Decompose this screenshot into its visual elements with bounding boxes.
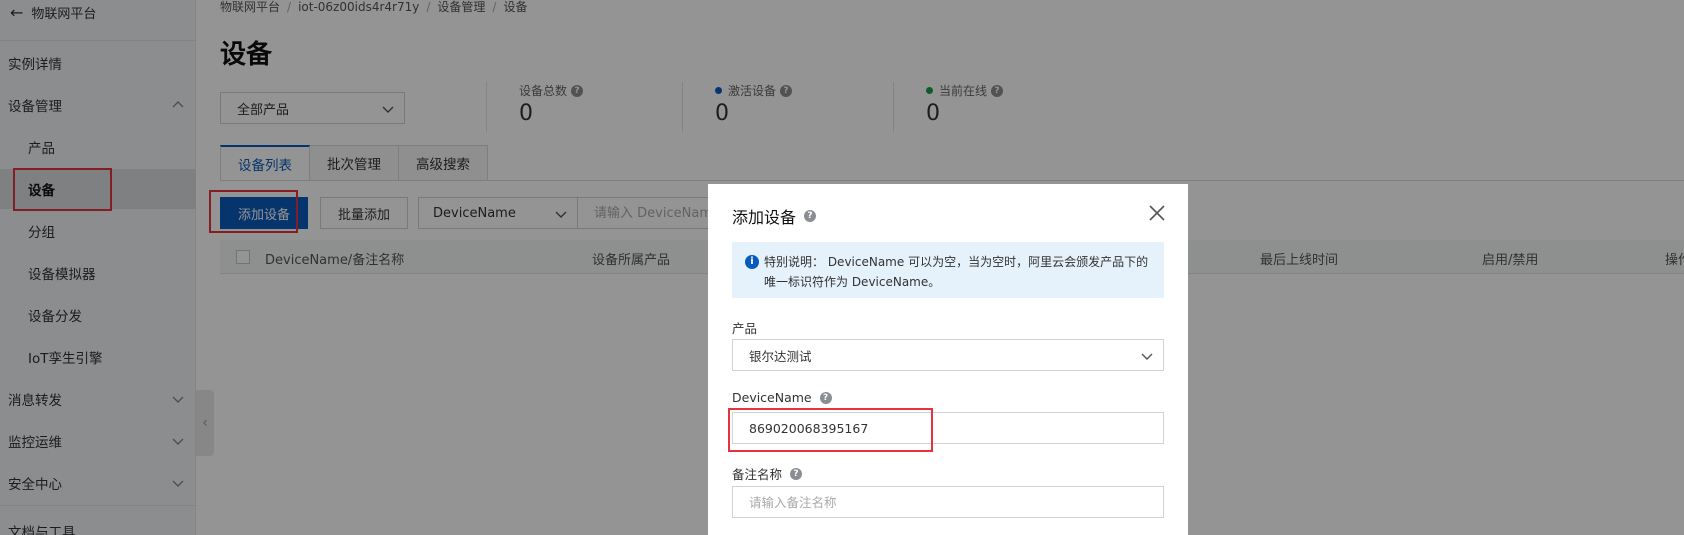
label-text: 产品 [732, 321, 758, 336]
chevron-down-icon [1141, 353, 1153, 360]
label-text: 备注名称 [732, 467, 783, 482]
devicename-field-label: DeviceName ? [732, 390, 832, 405]
product-select-value: 银尔达测试 [749, 348, 812, 364]
devicename-input-field[interactable]: 869020068395167 [732, 412, 1164, 444]
dialog-title-text: 添加设备 [732, 208, 797, 227]
notice-text: 特别说明： DeviceName 可以为空，当为空时，阿里云会颁发产品下的唯一标… [764, 255, 1149, 289]
remark-name-input[interactable] [732, 486, 1164, 518]
help-icon[interactable]: ? [790, 467, 803, 480]
devicename-value: 869020068395167 [749, 420, 869, 436]
help-icon[interactable]: ? [819, 391, 832, 404]
product-field-label: 产品 [732, 318, 757, 337]
add-device-dialog: 添加设备 ? i 特别说明： DeviceName 可以为空，当为空时，阿里云会… [708, 184, 1188, 535]
notice-banner: i 特别说明： DeviceName 可以为空，当为空时，阿里云会颁发产品下的唯… [732, 242, 1164, 298]
help-icon[interactable]: ? [804, 210, 817, 222]
label-text: DeviceName [732, 390, 812, 405]
remark-field-label: 备注名称 ? [732, 464, 803, 483]
close-icon[interactable] [1148, 204, 1166, 222]
product-select-field[interactable]: 银尔达测试 [732, 339, 1164, 371]
info-icon: i [745, 255, 759, 269]
dialog-title: 添加设备 ? [732, 204, 817, 228]
